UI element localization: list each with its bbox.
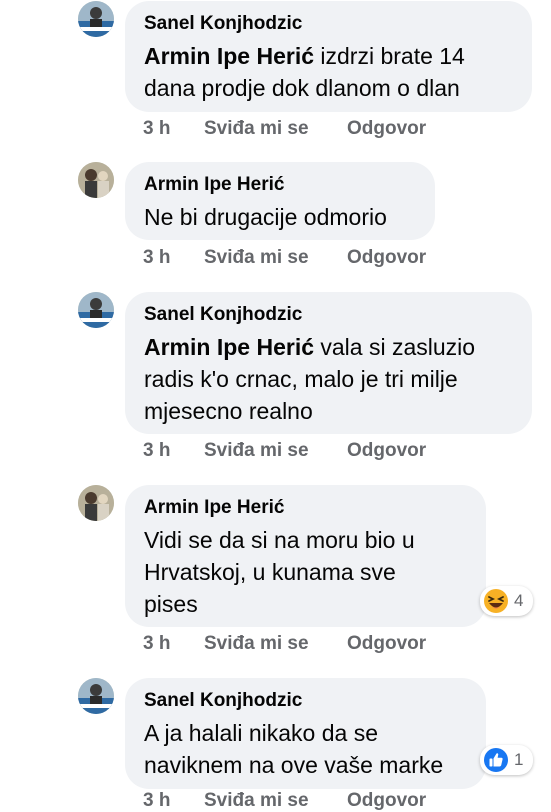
comment-author[interactable]: Sanel Konjhodzic [144,688,466,714]
comment-actions: 3 h Sviđa mi se Odgovor [143,118,426,140]
comment-text-line: Vidi se da si na moru bio u [144,527,415,553]
comment-bubble: Sanel Konjhodzic Armin Ipe Herić izdrzi … [125,1,532,112]
reply-button[interactable]: Odgovor [347,247,426,269]
reply-button[interactable]: Odgovor [347,790,426,812]
reply-button[interactable]: Odgovor [347,633,426,655]
timestamp[interactable]: 3 h [143,247,204,269]
reaction-count: 4 [514,591,524,610]
reply-button[interactable]: Odgovor [347,440,426,462]
comment-author[interactable]: Sanel Konjhodzic [144,302,512,328]
avatar[interactable] [78,678,114,714]
timestamp[interactable]: 3 h [143,118,204,140]
like-button[interactable]: Sviđa mi se [204,440,347,462]
comment-text-line: naviknem na ove vaše marke [144,752,444,778]
comment-text-line: izdrzi brate 14 [314,43,465,69]
avatar-armin-icon [78,485,114,521]
comment-bubble: Sanel Konjhodzic Armin Ipe Herić vala si… [125,292,532,434]
like-button[interactable]: Sviđa mi se [204,118,347,140]
comment-text: Armin Ipe Herić izdrzi brate 14 dana pro… [144,40,512,104]
comment-text-line: mjesecno realno [144,398,313,424]
comment-actions: 3 h Sviđa mi se Odgovor [143,633,426,655]
comment-bubble: Sanel Konjhodzic A ja halali nikako da s… [125,678,486,789]
like-thumb-icon [484,748,508,772]
haha-emoji-icon [484,589,508,613]
comment-text-line: Ne bi drugacije odmorio [144,204,387,230]
timestamp[interactable]: 3 h [143,633,204,655]
avatar[interactable] [78,1,114,37]
comment-text: Ne bi drugacije odmorio [144,201,415,233]
comment-actions: 3 h Sviđa mi se Odgovor [143,247,426,269]
timestamp[interactable]: 3 h [143,440,204,462]
reply-button[interactable]: Odgovor [347,118,426,140]
comment-actions: 3 h Sviđa mi se Odgovor [143,790,426,812]
comment-bubble: Armin Ipe Herić Ne bi drugacije odmorio [125,162,435,240]
comment-bubble: Armin Ipe Herić Vidi se da si na moru bi… [125,485,486,627]
avatar[interactable] [78,162,114,198]
reaction-summary[interactable]: 1 [480,745,534,775]
comment-text-line: A ja halali nikako da se [144,720,378,746]
avatar[interactable] [78,485,114,521]
mention-link[interactable]: Armin Ipe Herić [144,334,314,360]
comment-text-line: radis k'o crnac, malo je tri milje [144,366,458,392]
like-button[interactable]: Sviđa mi se [204,633,347,655]
comment-text-line: pises [144,591,198,617]
comment-text-line: vala si zasluzio [314,334,476,360]
comment-actions: 3 h Sviđa mi se Odgovor [143,440,426,462]
comment-text-line: dana prodje dok dlanom o dlan [144,75,460,101]
comment-author[interactable]: Armin Ipe Herić [144,172,415,198]
comment-text: Vidi se da si na moru bio u Hrvatskoj, u… [144,524,466,620]
reaction-summary[interactable]: 4 [480,586,534,616]
comment-text: A ja halali nikako da se naviknem na ove… [144,717,466,781]
like-button[interactable]: Sviđa mi se [204,247,347,269]
like-button[interactable]: Sviđa mi se [204,790,347,812]
timestamp[interactable]: 3 h [143,790,204,812]
comment-author[interactable]: Sanel Konjhodzic [144,11,512,37]
avatar-sanel-icon [78,292,114,328]
comment-text: Armin Ipe Herić vala si zasluzio radis k… [144,331,512,427]
avatar[interactable] [78,292,114,328]
avatar-sanel-icon [78,678,114,714]
reaction-count: 1 [514,750,524,769]
comment-author[interactable]: Armin Ipe Herić [144,495,466,521]
avatar-armin-icon [78,162,114,198]
mention-link[interactable]: Armin Ipe Herić [144,43,314,69]
comment-text-line: Hrvatskoj, u kunama sve [144,559,396,585]
avatar-sanel-icon [78,1,114,37]
